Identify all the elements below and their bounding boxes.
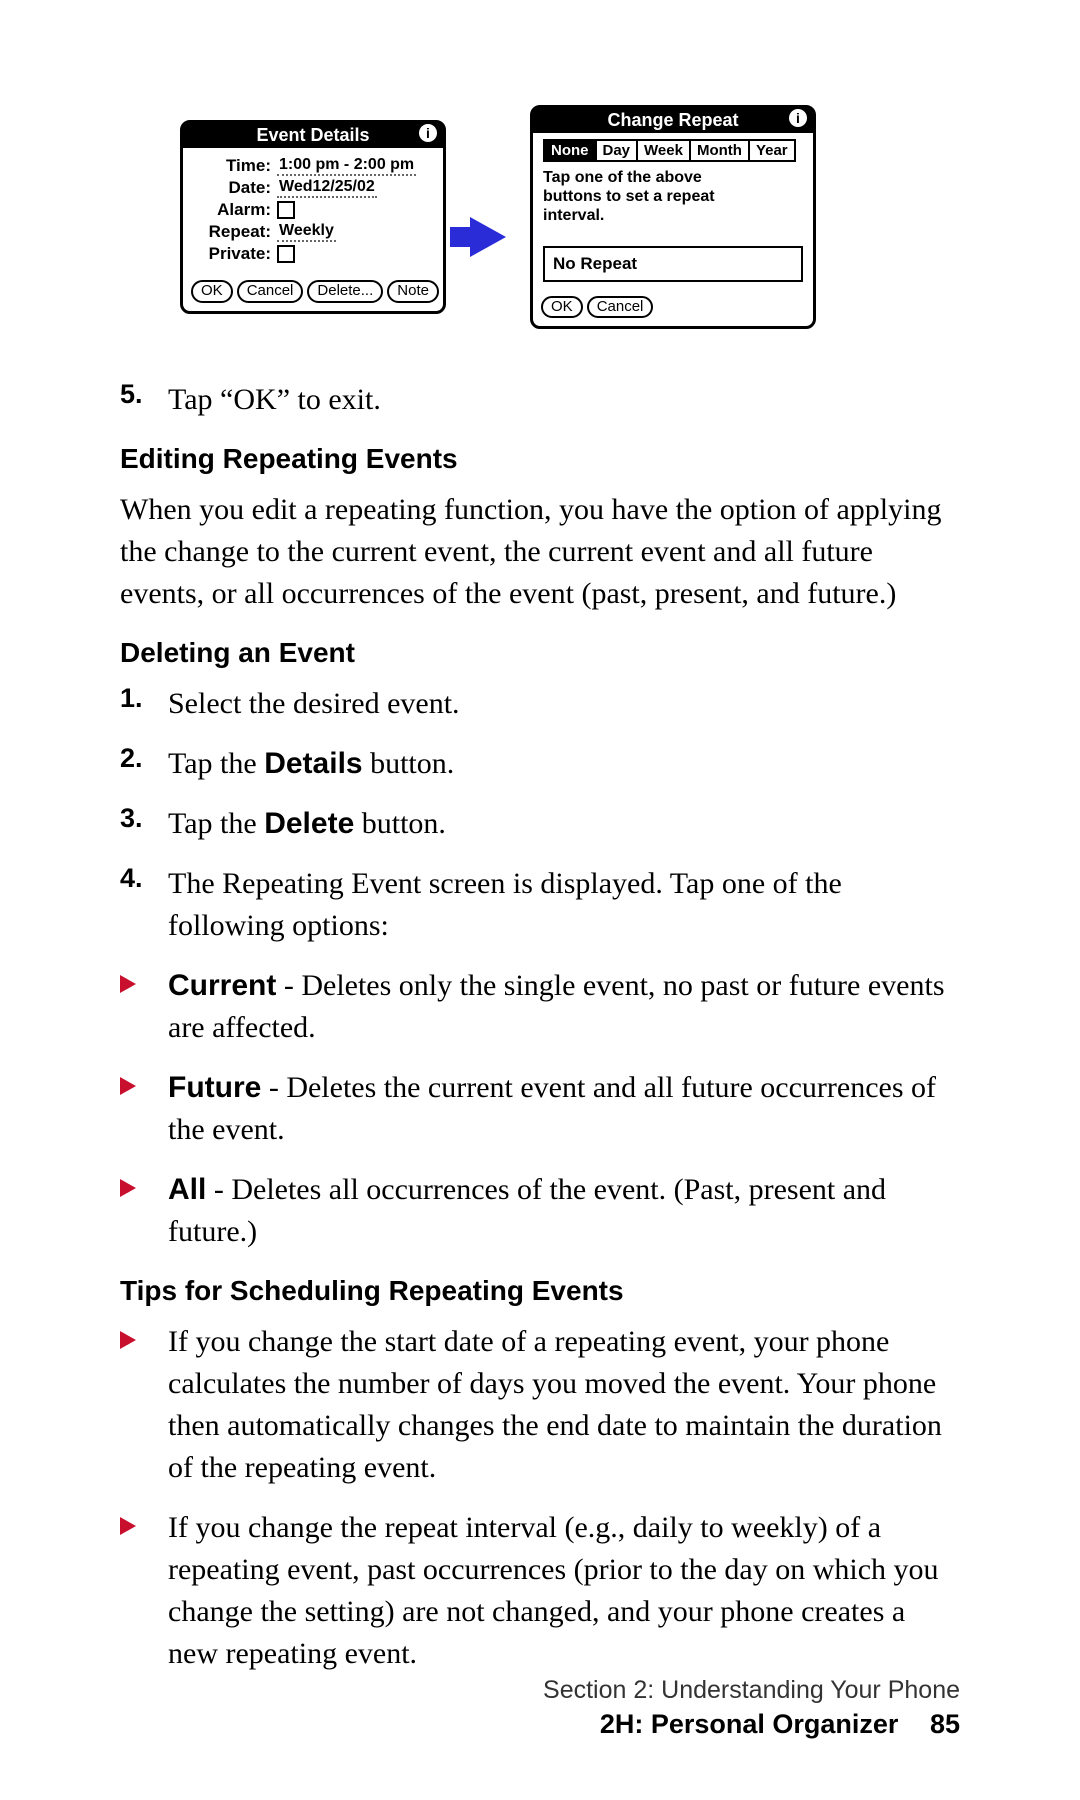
window-title: Event Details	[256, 125, 369, 145]
seg-week: Week	[638, 139, 691, 162]
heading-deleting-event: Deleting an Event	[120, 637, 960, 669]
time-value: 1:00 pm - 2:00 pm	[277, 156, 416, 176]
footer-chapter-page: 2H: Personal Organizer 85	[543, 1709, 960, 1740]
bullet-icon	[120, 1067, 168, 1100]
window-title: Change Repeat	[607, 110, 738, 130]
seg-day: Day	[597, 139, 639, 162]
bold-term: Details	[264, 747, 362, 780]
seg-none: None	[543, 139, 597, 162]
step-number: 4.	[120, 863, 168, 894]
bullet-icon	[120, 1169, 168, 1202]
option-name: All	[168, 1173, 206, 1206]
change-repeat-window: Change Repeat i None Day Week Month Year…	[530, 105, 816, 329]
delete-steps-list: 1. Select the desired event. 2. Tap the …	[120, 683, 960, 947]
repeat-segmented-control: None Day Week Month Year	[543, 139, 803, 162]
cancel-button: Cancel	[237, 280, 304, 303]
repeat-value: Weekly	[277, 222, 336, 242]
page-footer: Section 2: Understanding Your Phone 2H: …	[543, 1676, 960, 1740]
info-icon: i	[789, 109, 807, 127]
step-number: 3.	[120, 803, 168, 834]
step-number: 1.	[120, 683, 168, 714]
window-titlebar: Event Details i	[183, 123, 443, 148]
window-titlebar: Change Repeat i	[533, 108, 813, 133]
seg-year: Year	[750, 139, 796, 162]
alarm-label: Alarm:	[193, 200, 277, 220]
option-name: Future	[168, 1071, 261, 1104]
step-text: Tap “OK” to exit.	[168, 379, 381, 421]
step-text: Select the desired event.	[168, 683, 460, 725]
step-list-continuation: 5. Tap “OK” to exit.	[120, 379, 960, 421]
date-value: Wed12/25/02	[277, 178, 377, 198]
footer-section: Section 2: Understanding Your Phone	[543, 1676, 960, 1705]
list-item: If you change the repeat interval (e.g.,…	[168, 1507, 960, 1675]
step-number: 2.	[120, 743, 168, 774]
screenshot-figures: Event Details i Time:1:00 pm - 2:00 pm D…	[180, 105, 960, 329]
delete-button: Delete...	[307, 280, 383, 303]
arrow-icon	[470, 217, 506, 257]
page-number: 85	[930, 1709, 960, 1739]
event-details-window: Event Details i Time:1:00 pm - 2:00 pm D…	[180, 120, 446, 314]
bullet-icon	[120, 1507, 168, 1540]
heading-editing-repeating: Editing Repeating Events	[120, 443, 960, 475]
private-checkbox	[277, 245, 295, 263]
heading-tips: Tips for Scheduling Repeating Events	[120, 1275, 960, 1307]
private-label: Private:	[193, 244, 277, 264]
cancel-button: Cancel	[587, 296, 654, 319]
step-text: Tap the Delete button.	[168, 803, 446, 845]
delete-options-list: Current - Deletes only the single event,…	[120, 965, 960, 1253]
step-number: 5.	[120, 379, 168, 410]
option-name: Current	[168, 969, 276, 1002]
list-item: All - Deletes all occurrences of the eve…	[168, 1169, 960, 1253]
bold-term: Delete	[264, 807, 354, 840]
bullet-icon	[120, 965, 168, 998]
time-label: Time:	[193, 156, 277, 176]
ok-button: OK	[541, 296, 583, 319]
list-item: Current - Deletes only the single event,…	[168, 965, 960, 1049]
date-label: Date:	[193, 178, 277, 198]
ok-button: OK	[191, 280, 233, 303]
instruction-text: Tap one of the above buttons to set a re…	[543, 168, 763, 226]
repeat-label: Repeat:	[193, 222, 277, 242]
alarm-checkbox	[277, 201, 295, 219]
note-button: Note	[387, 280, 439, 303]
document-page: Event Details i Time:1:00 pm - 2:00 pm D…	[0, 0, 1080, 1800]
paragraph: When you edit a repeating function, you …	[120, 489, 960, 615]
repeat-status-box: No Repeat	[543, 246, 803, 282]
list-item: Future - Deletes the current event and a…	[168, 1067, 960, 1151]
list-item: If you change the start date of a repeat…	[168, 1321, 960, 1489]
seg-month: Month	[691, 139, 750, 162]
step-text: The Repeating Event screen is displayed.…	[168, 863, 960, 947]
bullet-icon	[120, 1321, 168, 1354]
tips-list: If you change the start date of a repeat…	[120, 1321, 960, 1675]
step-text: Tap the Details button.	[168, 743, 454, 785]
info-icon: i	[419, 124, 437, 142]
